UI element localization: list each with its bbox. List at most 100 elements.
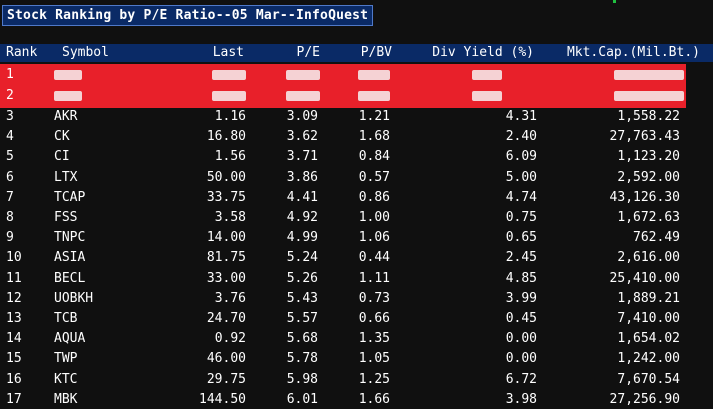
cell-pbv: 1.66	[358, 391, 390, 407]
table-row: 14 AQUA 0.92 5.68 1.35 0.00 1,654.02	[0, 329, 713, 348]
cell-rank: 9	[6, 230, 14, 246]
cell-symbol: TCB	[54, 311, 78, 326]
cell-symbol: TCAP	[54, 189, 86, 205]
cell-last: 0.92	[214, 331, 246, 347]
cell-rank: 1	[6, 67, 14, 82]
redaction-mark	[614, 70, 684, 80]
cell-div-yield: 2.40	[505, 129, 537, 145]
header-last: Last	[212, 45, 244, 60]
redaction-mark	[212, 91, 246, 101]
table-row: 3 AKR 1.16 3.09 1.21 4.31 1,558.22	[0, 107, 713, 126]
cell-mkt-cap: 7,410.00	[617, 311, 680, 326]
cell-mkt-cap: 1,242.00	[617, 351, 680, 367]
cell-pbv: 0.57	[358, 169, 390, 185]
cell-div-yield: 3.98	[505, 391, 537, 407]
table-row: 7 TCAP 33.75 4.41 0.86 4.74 43,126.30	[0, 188, 713, 207]
table-row: 17 MBK 144.50 6.01 1.66 3.98 27,256.90	[0, 390, 713, 409]
cell-mkt-cap: 2,592.00	[617, 169, 680, 185]
cell-last: 3.76	[214, 290, 246, 306]
redaction-mark	[472, 91, 502, 101]
table-row: 8 FSS 3.58 4.92 1.00 0.75 1,672.63	[0, 208, 713, 227]
cell-mkt-cap: 1,654.02	[617, 331, 680, 347]
cell-mkt-cap: 1,123.20	[617, 149, 680, 165]
cell-rank: 11	[6, 270, 22, 286]
cell-symbol: AQUA	[54, 331, 86, 347]
cell-pe: 4.92	[286, 210, 318, 225]
cell-last: 1.56	[214, 149, 246, 165]
cell-mkt-cap: 27,256.90	[609, 391, 680, 407]
cell-symbol: TNPC	[54, 230, 86, 246]
cell-pe: 3.62	[286, 129, 318, 145]
cell-pbv: 1.68	[358, 129, 390, 145]
header-symbol: Symbol	[62, 45, 109, 60]
cell-last: 33.00	[206, 270, 246, 286]
cell-rank: 7	[6, 189, 14, 205]
cell-pe: 3.86	[286, 169, 318, 185]
cell-mkt-cap: 1,672.63	[617, 210, 680, 225]
cell-pe: 3.71	[286, 149, 318, 165]
cell-mkt-cap: 7,670.54	[617, 371, 680, 387]
cell-div-yield: 6.09	[505, 149, 537, 165]
cell-mkt-cap: 762.49	[633, 230, 680, 246]
redaction-mark	[358, 91, 390, 101]
cell-last: 3.58	[214, 210, 246, 225]
cell-symbol: MBK	[54, 391, 78, 407]
cell-rank: 12	[6, 290, 22, 306]
cell-pe: 5.98	[286, 371, 318, 387]
cell-rank: 14	[6, 331, 22, 347]
cell-rank: 5	[6, 149, 14, 165]
cell-mkt-cap: 2,616.00	[617, 250, 680, 266]
table-row: 15 TWP 46.00 5.78 1.05 0.00 1,242.00	[0, 349, 713, 368]
cell-last: 24.70	[206, 311, 246, 326]
cell-symbol: KTC	[54, 371, 78, 387]
cell-pe: 3.09	[286, 109, 318, 124]
cell-pbv: 0.86	[358, 189, 390, 205]
header-pbv: P/BV	[360, 45, 392, 60]
cell-div-yield: 3.99	[505, 290, 537, 306]
cell-mkt-cap: 1,558.22	[617, 109, 680, 124]
cell-rank: 10	[6, 250, 22, 266]
table-row: 11 BECL 33.00 5.26 1.11 4.85 25,410.00	[0, 269, 713, 288]
cell-pe: 5.26	[286, 270, 318, 286]
cell-last: 1.16	[214, 109, 246, 124]
cell-pbv: 0.66	[358, 311, 390, 326]
cell-mkt-cap: 25,410.00	[609, 270, 680, 286]
cell-pbv: 1.00	[358, 210, 390, 225]
cell-symbol: CI	[54, 149, 70, 165]
cell-rank: 16	[6, 371, 22, 387]
redaction-mark	[54, 70, 82, 80]
header-rank: Rank	[6, 45, 38, 60]
cell-pe: 5.24	[286, 250, 318, 266]
table-row: 16 KTC 29.75 5.98 1.25 6.72 7,670.54	[0, 370, 713, 389]
header-div-yield: Div Yield (%)	[432, 45, 534, 60]
cell-last: 29.75	[206, 371, 246, 387]
header-mkt-cap: Mkt.Cap.(Mil.Bt.)	[566, 45, 700, 60]
cell-div-yield: 4.31	[505, 109, 537, 124]
cell-rank: 8	[6, 210, 14, 225]
cell-div-yield: 5.00	[505, 169, 537, 185]
table-row: 13 TCB 24.70 5.57 0.66 0.45 7,410.00	[0, 309, 713, 328]
cell-div-yield: 6.72	[505, 371, 537, 387]
cell-div-yield: 2.45	[505, 250, 537, 266]
cell-pbv: 1.05	[358, 351, 390, 367]
cell-symbol: AKR	[54, 109, 78, 124]
cell-last: 16.80	[206, 129, 246, 145]
cell-pe: 5.43	[286, 290, 318, 306]
cell-last: 14.00	[206, 230, 246, 246]
redaction-mark	[54, 91, 82, 101]
cell-mkt-cap: 1,889.21	[617, 290, 680, 306]
cell-pbv: 1.11	[358, 270, 390, 286]
table-row: 9 TNPC 14.00 4.99 1.06 0.65 762.49	[0, 228, 713, 247]
cell-mkt-cap: 27,763.43	[609, 129, 680, 145]
cell-rank: 3	[6, 109, 14, 124]
redaction-mark	[358, 70, 390, 80]
redaction-mark	[212, 70, 246, 80]
cell-rank: 17	[6, 391, 22, 407]
cell-pbv: 1.21	[358, 109, 390, 124]
cell-symbol: BECL	[54, 270, 86, 286]
cell-rank: 15	[6, 351, 22, 367]
cell-pbv: 1.35	[358, 331, 390, 347]
cell-pbv: 1.06	[358, 230, 390, 246]
cell-last: 46.00	[206, 351, 246, 367]
cell-pe: 4.41	[286, 189, 318, 205]
